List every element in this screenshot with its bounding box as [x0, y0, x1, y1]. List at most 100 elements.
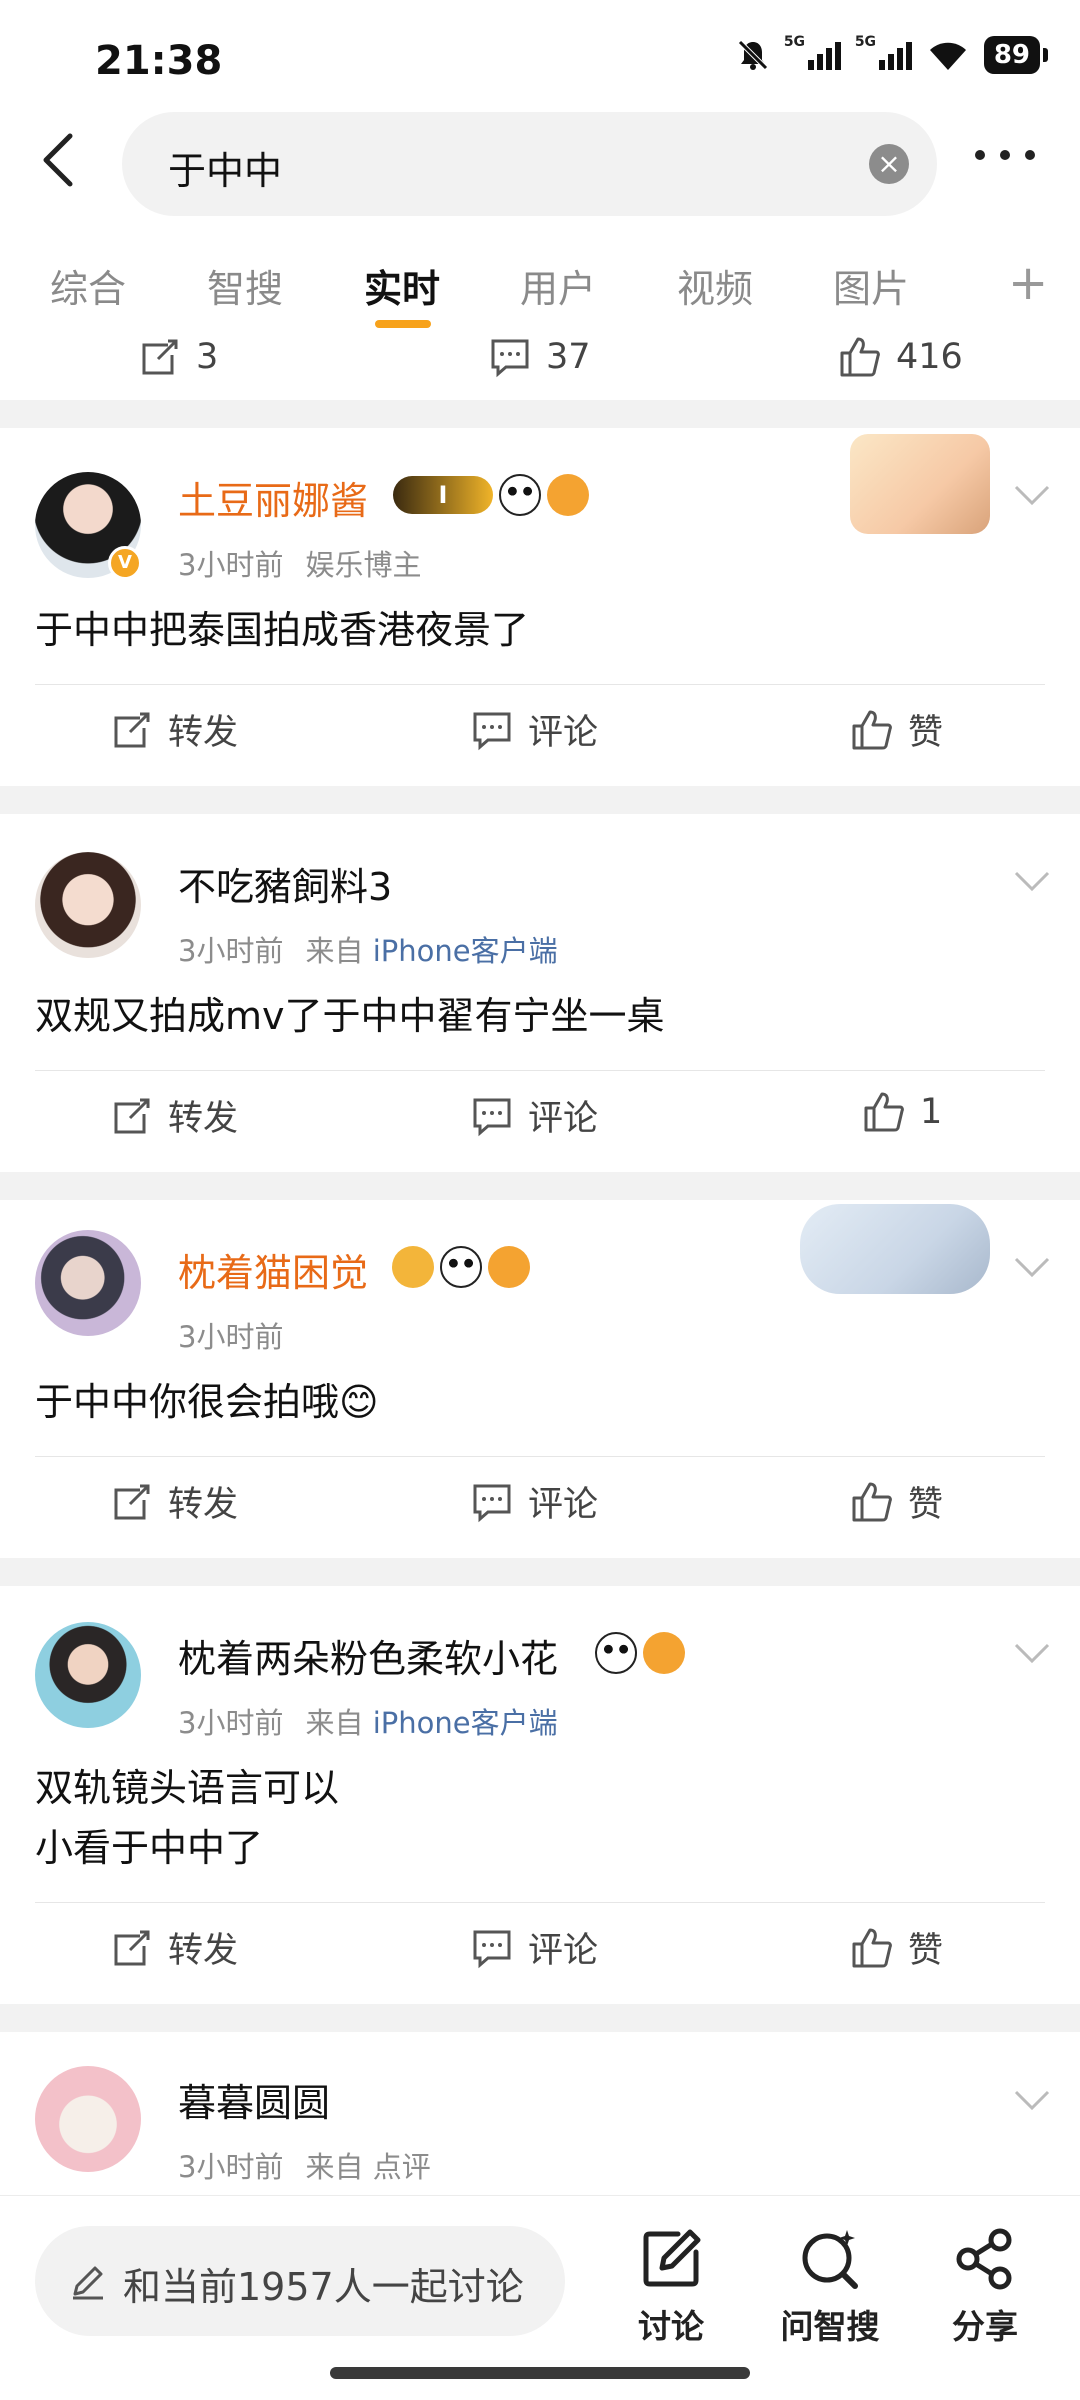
section-gap	[0, 1172, 1080, 1200]
user-badges	[392, 1246, 530, 1288]
post-meta: 3小时前 来自 iPhone客户端	[178, 934, 558, 968]
battery-indicator: 89	[983, 36, 1049, 74]
signal-icon-2: 5G	[855, 34, 912, 70]
user-name[interactable]: 暮暮圆圆	[178, 2072, 330, 2127]
fish-icon	[643, 1632, 685, 1674]
user-name[interactable]: 枕着猫困觉	[178, 1242, 368, 1297]
comment-icon	[473, 1484, 511, 1522]
repost-button[interactable]: 3	[138, 335, 218, 379]
comment-button[interactable]: 评论	[470, 1090, 598, 1141]
like-icon	[852, 710, 892, 749]
search-input[interactable]: 于中中 ×	[122, 112, 937, 216]
panda-icon	[595, 1632, 637, 1674]
crown-badge-icon: I	[393, 476, 493, 514]
section-gap	[0, 786, 1080, 814]
search-query: 于中中	[168, 149, 283, 193]
section-gap	[0, 2004, 1080, 2032]
tab-realtime[interactable]: 实时	[364, 258, 440, 313]
divider	[35, 1070, 1045, 1071]
user-name[interactable]: 土豆丽娜酱	[178, 470, 368, 525]
comment-button[interactable]: 评论	[470, 1922, 598, 1973]
repost-button[interactable]: 转发	[110, 1476, 238, 1527]
tab-images[interactable]: 图片	[833, 258, 909, 313]
chevron-down-icon[interactable]	[1012, 1255, 1052, 1279]
comment-icon	[491, 339, 529, 378]
more-button[interactable]	[975, 145, 1035, 165]
tab-comprehensive[interactable]: 综合	[50, 258, 126, 313]
user-name[interactable]: 枕着两朵粉色柔软小花	[178, 1628, 558, 1683]
repost-button[interactable]: 转发	[110, 704, 238, 755]
verified-badge: V	[108, 546, 142, 580]
section-gap	[0, 1558, 1080, 1586]
post-card[interactable]: 不吃豬飼料3 3小时前 来自 iPhone客户端 双规又拍成mv了于中中翟有宁坐一…	[0, 814, 1080, 1172]
clear-icon[interactable]: ×	[869, 144, 909, 184]
avatar[interactable]	[35, 1230, 141, 1336]
avatar[interactable]	[35, 852, 141, 958]
share-icon	[956, 2228, 1012, 2290]
comment-button[interactable]: 评论	[470, 704, 598, 755]
fish-icon	[488, 1246, 530, 1288]
comment-icon	[473, 1098, 511, 1136]
divider	[35, 1456, 1045, 1457]
post-card[interactable]: 枕着两朵粉色柔软小花 3小时前 来自 iPhone客户端 双轨镜头语言可以 小看于…	[0, 1586, 1080, 2004]
decoration-sticker	[800, 1204, 990, 1294]
tab-users[interactable]: 用户	[520, 258, 596, 313]
like-icon	[840, 337, 880, 377]
status-bar: 21:38 5G 5G 89	[0, 0, 1080, 120]
post-text: 双轨镜头语言可以 小看于中中了	[35, 1766, 340, 1870]
like-button[interactable]: 赞	[850, 1922, 943, 1973]
tab-smart-search[interactable]: 智搜	[207, 258, 283, 313]
repost-icon	[114, 1930, 150, 1965]
repost-button[interactable]: 转发	[110, 1922, 238, 1973]
discuss-button[interactable]: 讨论	[606, 2226, 736, 2348]
post-meta: 3小时前	[178, 1320, 284, 1354]
comment-icon	[473, 712, 511, 750]
user-name[interactable]: 不吃豬飼料3	[178, 856, 392, 911]
comment-button[interactable]: 评论	[470, 1476, 598, 1527]
like-icon	[852, 1482, 892, 1521]
post-meta: 3小时前 来自 点评	[178, 2150, 431, 2184]
edit-icon	[643, 2229, 701, 2287]
divider	[35, 1902, 1045, 1903]
like-button[interactable]: 赞	[850, 704, 943, 755]
discuss-placeholder: 和当前1957人一起讨论	[123, 2265, 524, 2309]
chevron-down-icon[interactable]	[1012, 483, 1052, 507]
mute-bell-icon	[738, 40, 768, 70]
divider	[35, 684, 1045, 685]
discuss-input[interactable]: 和当前1957人一起讨论	[35, 2226, 565, 2336]
post-text: 双规又拍成mv了于中中翟有宁坐一桌	[35, 994, 665, 1038]
avatar[interactable]	[35, 2066, 141, 2172]
like-button[interactable]: 1	[862, 1090, 942, 1134]
tab-videos[interactable]: 视频	[677, 258, 753, 313]
add-tab-icon[interactable]: +	[1008, 255, 1048, 311]
comment-button[interactable]: 37	[488, 335, 591, 379]
post-actions: 转发 评论 赞	[0, 1922, 1080, 1982]
repost-button[interactable]: 转发	[110, 1090, 238, 1141]
share-button[interactable]: 分享	[920, 2226, 1050, 2348]
fish-icon	[547, 474, 589, 516]
chevron-down-icon[interactable]	[1012, 2088, 1052, 2112]
post-actions: 转发 评论 1	[0, 1090, 1080, 1150]
post-card[interactable]: 枕着猫困觉 3小时前 于中中你很会拍哦😊 转发 评论 赞	[0, 1200, 1080, 1558]
post-card[interactable]: V 土豆丽娜酱 I 3小时前 娱乐博主 于中中把泰国拍成香港夜景了 转发 评论 赞	[0, 428, 1080, 786]
user-badges: I	[393, 474, 589, 516]
chevron-down-icon[interactable]	[1012, 869, 1052, 893]
back-button[interactable]	[38, 130, 88, 200]
prev-post-actions: 3 37 416	[0, 335, 1080, 400]
crown-badge-icon	[392, 1246, 434, 1288]
user-badges	[595, 1632, 685, 1674]
ask-icon	[802, 2230, 858, 2289]
panda-icon	[499, 474, 541, 516]
like-icon	[864, 1092, 904, 1132]
wifi-icon	[929, 42, 966, 70]
chevron-down-icon[interactable]	[1012, 1641, 1052, 1665]
ask-smart-search-button[interactable]: 问智搜	[765, 2226, 895, 2348]
home-indicator[interactable]	[330, 2367, 750, 2379]
post-card[interactable]: 暮暮圆圆 3小时前 来自 点评	[0, 2032, 1080, 2195]
panda-icon	[440, 1246, 482, 1288]
like-button[interactable]: 416	[838, 335, 963, 379]
more-icon	[975, 150, 985, 160]
avatar[interactable]	[35, 1622, 141, 1728]
like-button[interactable]: 赞	[850, 1476, 943, 1527]
post-actions: 转发 评论 赞	[0, 704, 1080, 764]
